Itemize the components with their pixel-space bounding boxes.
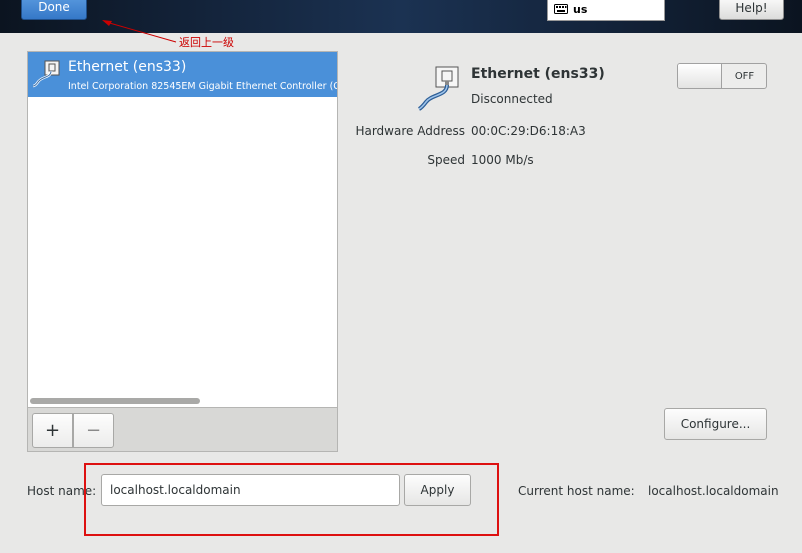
configure-button[interactable]: Configure...: [664, 408, 767, 440]
add-connection-button[interactable]: +: [32, 413, 73, 448]
current-host-name-label: Current host name:: [518, 484, 635, 498]
speed-value: 1000 Mb/s: [471, 153, 534, 167]
detail-title: Ethernet (ens33): [471, 66, 605, 82]
horizontal-scrollbar[interactable]: [30, 398, 200, 404]
help-button[interactable]: Help!: [719, 0, 784, 20]
keyboard-icon: [554, 4, 568, 14]
connection-status: Disconnected: [471, 92, 553, 106]
remove-connection-button[interactable]: −: [73, 413, 114, 448]
connection-toggle[interactable]: OFF: [677, 63, 767, 89]
ethernet-cable-icon: [418, 66, 459, 111]
annotation-text: 返回上一级: [179, 36, 234, 49]
toggle-state-label: OFF: [734, 70, 755, 82]
done-button[interactable]: Done: [21, 0, 87, 20]
annotation-highlight-box: [84, 463, 499, 536]
connection-item-title: Ethernet (ens33): [68, 59, 187, 75]
current-host-name-value: localhost.localdomain: [648, 484, 779, 498]
speed-label: Speed: [427, 153, 465, 167]
hardware-address-value: 00:0C:29:D6:18:A3: [471, 124, 586, 138]
list-toolbar: + −: [28, 407, 337, 451]
connection-item-subtitle: Intel Corporation 82545EM Gigabit Ethern…: [68, 81, 337, 92]
ethernet-cable-icon: [32, 60, 60, 88]
connection-item-ethernet[interactable]: Ethernet (ens33) Intel Corporation 82545…: [28, 52, 337, 97]
keyboard-layout-label: us: [573, 2, 588, 16]
connection-list: Ethernet (ens33) Intel Corporation 82545…: [27, 51, 338, 452]
annotation-arrow: [102, 20, 177, 43]
hardware-address-label: Hardware Address: [355, 124, 465, 138]
toggle-knob: [678, 64, 722, 88]
keyboard-layout-indicator[interactable]: us: [547, 0, 665, 21]
